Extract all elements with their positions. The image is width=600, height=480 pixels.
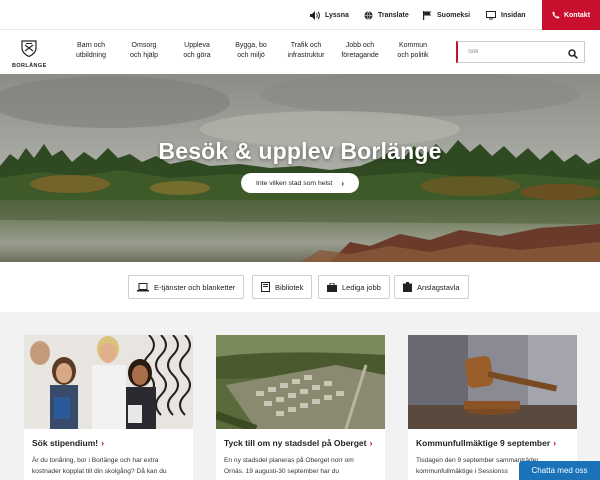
nav-item-line1: Jobb och xyxy=(345,42,375,49)
intranet-button[interactable]: Insidan xyxy=(486,0,526,30)
nav-item-line2: företagande xyxy=(341,52,379,59)
nav-item-line2: och politik xyxy=(397,52,429,59)
nav-item-jobb-och-foretagande[interactable]: Jobb och företagande xyxy=(339,41,381,61)
chevron-right-icon: › xyxy=(553,438,557,448)
listen-button[interactable]: Lyssna xyxy=(310,0,349,30)
laptop-icon xyxy=(137,282,149,291)
nav-item-line2: infrastruktur xyxy=(287,52,325,59)
card-title: Kommunfullmäktige 9 september xyxy=(416,438,551,448)
search-button[interactable] xyxy=(568,46,578,64)
chevron-right-icon: › xyxy=(341,178,344,188)
news-card-kommunfullmaktige[interactable]: Kommunfullmäktige 9 september › Tisdagen … xyxy=(408,335,577,480)
monitor-icon xyxy=(486,10,496,19)
nav-item-line1: Bygga, bo xyxy=(235,42,267,49)
card-image-gavel xyxy=(408,335,577,429)
card-title: Sök stipendium! xyxy=(32,438,99,448)
book-icon xyxy=(261,282,270,292)
nav-item-uppleva-och-gora[interactable]: Uppleva och göra xyxy=(179,41,215,61)
phone-icon xyxy=(552,11,560,19)
chevron-right-icon: › xyxy=(369,438,373,448)
hero-cta-label: Inte vilken stad som helst xyxy=(256,179,333,187)
quicklink-label: Bibliotek xyxy=(275,282,304,292)
card-excerpt-line: Är du tonåring, bor i Borlänge och har e… xyxy=(32,457,159,464)
globe-icon xyxy=(364,10,373,20)
flag-icon xyxy=(423,10,432,20)
card-title: Tyck till om ny stadsdel på Oberget xyxy=(224,438,367,448)
quicklink-anslagstavla[interactable]: Anslagstavla xyxy=(394,275,469,299)
nav-item-line2: och hjälp xyxy=(129,52,159,59)
translate-label: Translate xyxy=(378,11,409,19)
utility-bar: Lyssna Translate Suomeksi Insidan Kontak… xyxy=(0,0,600,30)
chat-label: Chatta med oss xyxy=(531,466,588,475)
logo-link[interactable]: BORLÄNGE xyxy=(12,40,47,69)
translate-button[interactable]: Translate xyxy=(364,0,409,30)
search-icon xyxy=(568,49,578,59)
notice-board-icon xyxy=(403,282,412,292)
card-title-link[interactable]: Kommunfullmäktige 9 september › xyxy=(416,438,556,448)
quicklink-lediga-jobb[interactable]: Lediga jobb xyxy=(318,275,390,299)
main-header: BORLÄNGE Barn och utbildning Omsorg och … xyxy=(0,30,600,74)
hero-lake-image xyxy=(0,74,600,262)
intranet-label: Insidan xyxy=(501,11,526,19)
hero-banner: Besök & upplev Borlänge Inte vilken stad… xyxy=(0,74,600,262)
hero-title: Besök & upplev Borlänge xyxy=(158,138,442,164)
nav-item-omsorg-och-hjalp[interactable]: Omsorg och hjälp xyxy=(126,41,162,61)
nav-item-line2: utbildning xyxy=(76,52,106,59)
nav-item-line1: Omsorg xyxy=(131,42,157,49)
nav-item-bygga-bo-och-miljo[interactable]: Bygga, bo och miljö xyxy=(231,41,271,61)
search-box xyxy=(456,41,585,63)
nav-item-line2: och miljö xyxy=(237,52,265,59)
nav-item-line2: och göra xyxy=(183,52,211,59)
card-excerpt-line: Ornäs. 19 augusti-30 september har du xyxy=(224,468,340,475)
card-excerpt: Är du tonåring, bor i Borlänge och har e… xyxy=(32,455,185,477)
contact-label: Kontakt xyxy=(563,11,591,19)
chat-button[interactable]: Chatta med oss xyxy=(519,461,600,480)
nav-item-kommun-och-politik[interactable]: Kommun och politik xyxy=(394,41,432,61)
logo-text: BORLÄNGE xyxy=(12,63,47,69)
nav-item-barn-och-utbildning[interactable]: Barn och utbildning xyxy=(72,41,110,61)
quicklink-e-tjanster[interactable]: E-tjänster och blanketter xyxy=(128,275,245,299)
nav-item-line1: Barn och xyxy=(76,42,106,49)
nav-item-line1: Trafik och xyxy=(290,42,322,49)
briefcase-icon xyxy=(327,282,337,292)
chevron-right-icon: › xyxy=(101,438,105,448)
card-image-aerial-district xyxy=(216,335,385,429)
finnish-button[interactable]: Suomeksi xyxy=(423,0,470,30)
card-title-link[interactable]: Tyck till om ny stadsdel på Oberget › xyxy=(224,438,373,448)
contact-button[interactable]: Kontakt xyxy=(542,0,600,30)
news-card-oberget[interactable]: Tyck till om ny stadsdel på Oberget › En … xyxy=(216,335,385,480)
quicklink-label: E-tjänster och blanketter xyxy=(154,282,236,292)
listen-label: Lyssna xyxy=(325,11,349,19)
finnish-label: Suomeksi xyxy=(437,11,471,19)
nav-item-trafik-och-infrastruktur[interactable]: Trafik och infrastruktur xyxy=(284,41,328,61)
coat-of-arms-icon xyxy=(21,40,37,58)
card-excerpt-line: En ny stadsdel planeras på Oberget norr … xyxy=(224,457,354,464)
quicklink-label: Lediga jobb xyxy=(342,282,381,292)
news-card-stipendium[interactable]: Sök stipendium! › Är du tonåring, bor i B… xyxy=(24,335,193,480)
nav-item-line1: Kommun xyxy=(398,42,427,49)
nav-item-line1: Uppleva xyxy=(184,42,210,49)
speaker-icon xyxy=(310,10,320,20)
quicklink-label: Anslagstavla xyxy=(417,282,460,292)
search-input[interactable] xyxy=(458,43,563,61)
hero-cta-button[interactable]: Inte vilken stad som helst › xyxy=(241,173,359,193)
card-image-students xyxy=(24,335,193,429)
quicklink-bibliotek[interactable]: Bibliotek xyxy=(252,275,313,299)
card-excerpt: En ny stadsdel planeras på Oberget norr … xyxy=(224,455,377,477)
card-excerpt-line: kostnader kopplat till din skolgång? Då … xyxy=(32,468,167,475)
card-title-link[interactable]: Sök stipendium! › xyxy=(32,438,104,448)
